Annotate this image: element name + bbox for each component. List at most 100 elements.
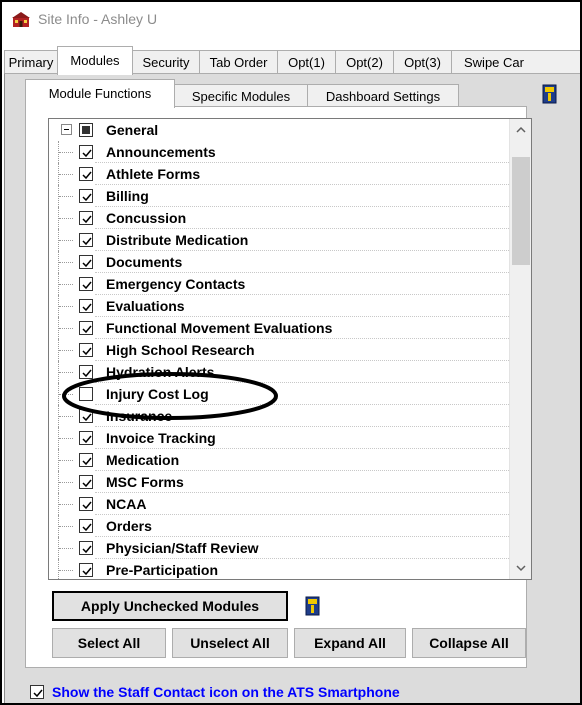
tree-item[interactable]: Medication [49, 449, 509, 471]
tab-opt2[interactable]: Opt(2) [335, 50, 394, 74]
expand-all-button[interactable]: Expand All [294, 628, 406, 658]
collapse-toggle-icon[interactable] [61, 124, 72, 135]
checkmark-icon [82, 501, 92, 510]
checkmark-icon [82, 523, 92, 532]
module-checkbox[interactable] [79, 211, 93, 225]
tree-item[interactable]: MSC Forms [49, 471, 509, 493]
tab-modules[interactable]: Modules [57, 46, 133, 75]
tab-opt3[interactable]: Opt(3) [393, 50, 452, 74]
tree-item-label: Functional Movement Evaluations [106, 320, 333, 336]
tree-item[interactable]: Evaluations [49, 295, 509, 317]
scroll-up-arrow-icon[interactable] [510, 119, 532, 141]
tab-tab-order[interactable]: Tab Order [199, 50, 278, 74]
tree-item-label: Athlete Forms [106, 166, 201, 182]
tree-item-label: Emergency Contacts [106, 276, 246, 292]
tree-connector-line [59, 460, 73, 461]
apply-unchecked-modules-button[interactable]: Apply Unchecked Modules [52, 591, 288, 621]
tree-item[interactable]: Pre-Participation [49, 559, 509, 579]
tab-security[interactable]: Security [132, 50, 200, 74]
module-checkbox[interactable] [79, 167, 93, 181]
module-checkbox[interactable] [79, 233, 93, 247]
module-checkbox[interactable] [79, 365, 93, 379]
tree-item[interactable]: Athlete Forms [49, 163, 509, 185]
scroll-thumb[interactable] [512, 157, 530, 265]
module-checkbox[interactable] [79, 321, 93, 335]
tree-item[interactable]: Injury Cost Log [49, 383, 509, 405]
scroll-down-arrow-icon[interactable] [510, 557, 532, 579]
tree-item-label: High School Research [106, 342, 255, 358]
tree-group-label: General [106, 122, 159, 138]
module-checkbox[interactable] [79, 519, 93, 533]
tree-connector-line [59, 284, 73, 285]
tree-item-label: MSC Forms [106, 474, 184, 490]
tree-item[interactable]: Emergency Contacts [49, 273, 509, 295]
subtab-module-functions[interactable]: Module Functions [25, 79, 175, 108]
checkmark-icon [82, 567, 92, 576]
tree-connector-line [59, 350, 73, 351]
tree-connector-line [59, 504, 73, 505]
unselect-all-button[interactable]: Unselect All [172, 628, 288, 658]
tree-item[interactable]: Distribute Medication [49, 229, 509, 251]
tristate-checkbox[interactable] [79, 123, 93, 137]
module-checkbox[interactable] [79, 277, 93, 291]
subtab-dashboard-settings[interactable]: Dashboard Settings [307, 84, 459, 107]
sub-tab-strip: Module Functions Specific Modules Dashbo… [25, 79, 465, 108]
tree-item-label: Documents [106, 254, 183, 270]
module-checkbox[interactable] [79, 497, 93, 511]
module-checkbox[interactable] [79, 563, 93, 577]
tree-item[interactable]: Functional Movement Evaluations [49, 317, 509, 339]
module-checkbox[interactable] [79, 189, 93, 203]
checkmark-icon [82, 303, 92, 312]
tree-item[interactable]: NCAA [49, 493, 509, 515]
tree-item[interactable]: Hydration Alerts [49, 361, 509, 383]
checkmark-icon [82, 369, 92, 378]
collapse-all-button[interactable]: Collapse All [412, 628, 526, 658]
help-book-icon[interactable] [542, 84, 558, 104]
title-bar: Site Info - Ashley U [2, 2, 580, 36]
tree-item-label: Injury Cost Log [106, 386, 209, 402]
tree-item[interactable]: Physician/Staff Review [49, 537, 509, 559]
tree-item[interactable]: High School Research [49, 339, 509, 361]
module-checkbox[interactable] [79, 453, 93, 467]
module-checkbox[interactable] [79, 255, 93, 269]
tree-item[interactable]: Documents [49, 251, 509, 273]
checkmark-icon [82, 237, 92, 246]
tree-item-label: Distribute Medication [106, 232, 249, 248]
module-checkbox[interactable] [79, 541, 93, 555]
staff-contact-checkbox[interactable] [30, 685, 44, 699]
tree-group-general[interactable]: General [49, 119, 509, 141]
tree-item-label: Medication [106, 452, 180, 468]
select-all-button[interactable]: Select All [52, 628, 166, 658]
tree-connector-line [59, 196, 73, 197]
checkmark-icon [82, 347, 92, 356]
tree-connector-line [59, 438, 73, 439]
tree-item[interactable]: Billing [49, 185, 509, 207]
tab-swipe-card[interactable]: Swipe Car [451, 50, 580, 74]
checkmark-icon [82, 457, 92, 466]
tree-item[interactable]: Concussion [49, 207, 509, 229]
module-checkbox[interactable] [79, 343, 93, 357]
tree-item-label: NCAA [106, 496, 147, 512]
checkmark-icon [82, 413, 92, 422]
module-checkbox[interactable] [79, 475, 93, 489]
module-checkbox[interactable] [79, 409, 93, 423]
tree-connector-line [59, 262, 73, 263]
tab-opt1[interactable]: Opt(1) [277, 50, 336, 74]
tree-connector-line [59, 328, 73, 329]
module-checkbox[interactable] [79, 145, 93, 159]
tree-item[interactable]: Orders [49, 515, 509, 537]
help-book-icon[interactable] [305, 596, 321, 616]
module-checkbox[interactable] [79, 387, 93, 401]
tree-item[interactable]: Announcements [49, 141, 509, 163]
tree-item[interactable]: Invoice Tracking [49, 427, 509, 449]
checkmark-icon [82, 325, 92, 334]
module-tree-view[interactable]: General Announcements Athlete Forms Billin… [48, 118, 532, 580]
tree-item[interactable]: Insurance [49, 405, 509, 427]
tree-connector-line [59, 548, 73, 549]
tree-scrollbar[interactable] [509, 119, 531, 579]
module-checkbox[interactable] [79, 431, 93, 445]
module-checkbox[interactable] [79, 299, 93, 313]
subtab-specific-modules[interactable]: Specific Modules [174, 84, 308, 107]
tab-primary[interactable]: Primary [4, 50, 58, 74]
tree-connector-line [59, 152, 73, 153]
